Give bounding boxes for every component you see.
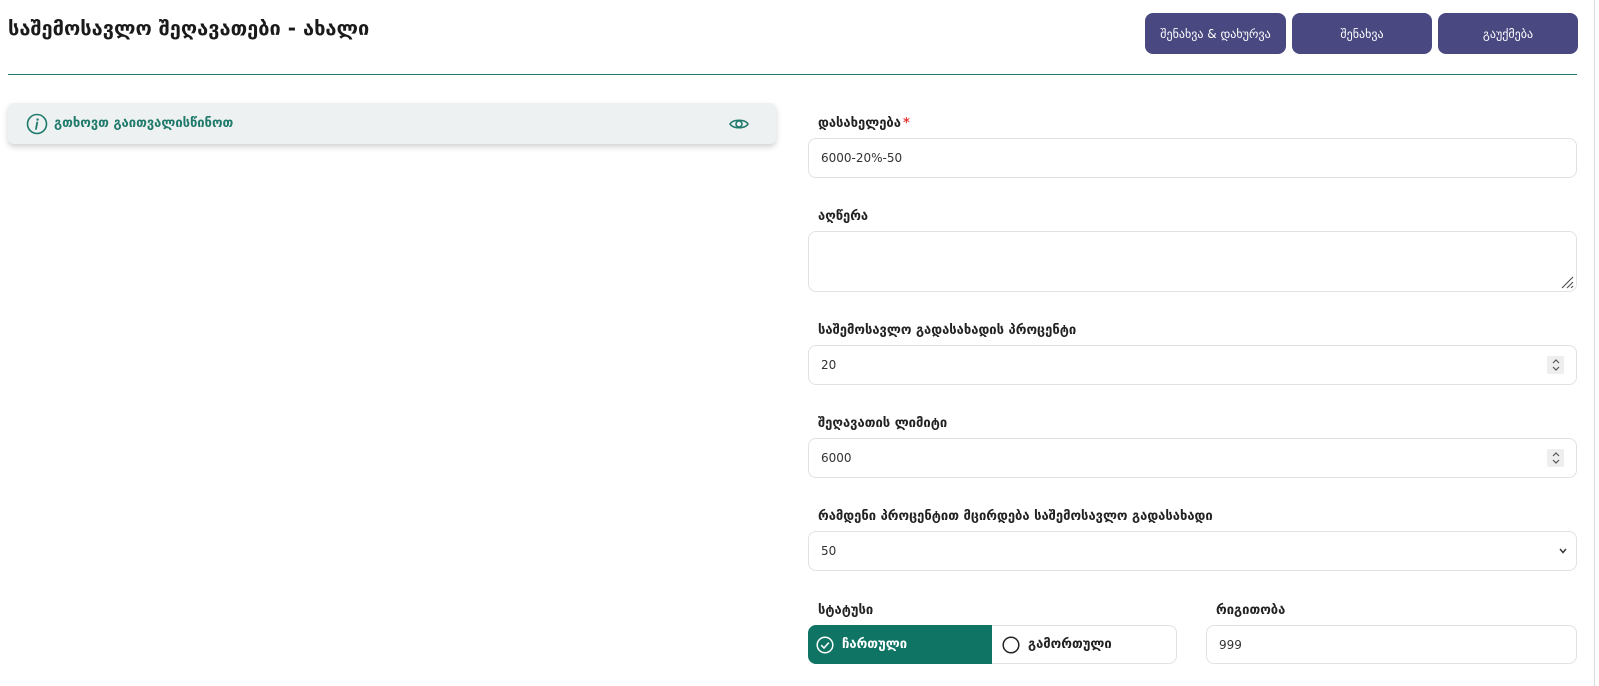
name-input[interactable]: 6000-20%-50 xyxy=(808,138,1577,178)
order-value: 999 xyxy=(1219,637,1242,652)
tax-percent-stepper[interactable] xyxy=(1547,356,1564,374)
status-on-label: ჩართული xyxy=(842,637,908,652)
resize-handle-icon[interactable] xyxy=(1558,273,1574,289)
order-label: რიგითობა xyxy=(1216,603,1286,618)
name-input-value: 6000-20%-50 xyxy=(821,151,903,165)
status-option-on[interactable]: ჩართული xyxy=(808,625,992,664)
discount-limit-input[interactable]: 6000 xyxy=(808,438,1577,478)
header-actions: შენახვა & დახურვა შენახვა გაუქმება xyxy=(1145,13,1578,54)
discount-limit-label: შეღავათის ლიმიტი xyxy=(818,416,948,431)
chevron-down-icon xyxy=(1558,547,1568,555)
notice-text: გთხოვთ გაითვალისწინოთ xyxy=(54,116,234,131)
status-option-off[interactable]: გამორთული xyxy=(992,625,1177,664)
order-input[interactable]: 999 xyxy=(1206,625,1577,664)
reduction-percent-label: რამდენი პროცენტით მცირდება საშემოსავლო გ… xyxy=(818,509,1213,524)
check-circle-icon xyxy=(816,635,834,654)
required-mark: * xyxy=(902,116,910,131)
radio-empty-icon xyxy=(1002,635,1020,654)
status-label: სტატუსი xyxy=(818,603,874,618)
status-off-label: გამორთული xyxy=(1028,637,1112,652)
reduction-percent-select[interactable]: 50 xyxy=(808,531,1577,571)
info-icon xyxy=(26,113,48,135)
name-label: დასახელება * xyxy=(818,116,910,131)
scrollbar-track xyxy=(1594,0,1595,686)
tax-percent-label: საშემოსავლო გადასახადის პროცენტი xyxy=(818,323,1077,338)
page-title: საშემოსავლო შეღავათები - ახალი xyxy=(8,16,370,40)
eye-icon[interactable] xyxy=(728,113,750,135)
tax-percent-value: 20 xyxy=(821,358,837,372)
description-textarea[interactable] xyxy=(808,231,1577,292)
reduction-percent-selected: 50 xyxy=(821,544,837,558)
header-divider xyxy=(8,74,1577,75)
cancel-button[interactable]: გაუქმება xyxy=(1438,13,1578,54)
notice-panel[interactable]: გთხოვთ გაითვალისწინოთ xyxy=(8,103,776,144)
discount-limit-stepper[interactable] xyxy=(1547,449,1564,467)
discount-limit-value: 6000 xyxy=(821,451,852,465)
save-and-close-button[interactable]: შენახვა & დახურვა xyxy=(1145,13,1286,54)
name-label-text: დასახელება xyxy=(818,116,901,131)
description-label: აღწერა xyxy=(818,209,869,224)
save-button[interactable]: შენახვა xyxy=(1292,13,1432,54)
status-toggle-group: ჩართული გამორთული xyxy=(808,625,1177,664)
tax-percent-input[interactable]: 20 xyxy=(808,345,1577,385)
